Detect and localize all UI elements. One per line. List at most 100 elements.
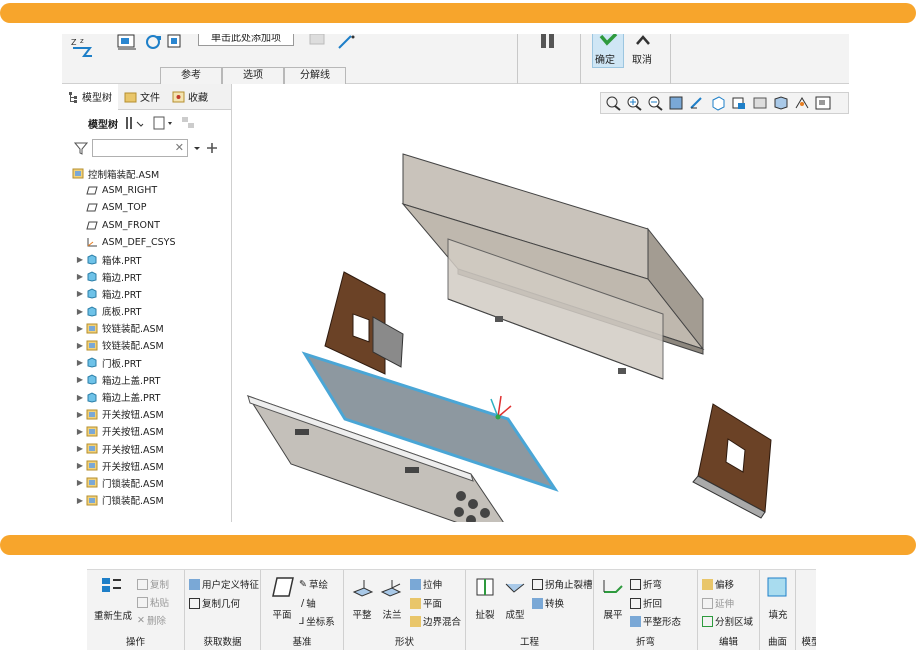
box-body-part[interactable] — [401, 153, 705, 380]
tree-item[interactable]: ▶ 门锁装配.ASM — [62, 492, 231, 509]
group-operations-label[interactable]: 操作 — [87, 634, 184, 648]
add-item-collector[interactable]: 单击此处添加项 — [198, 34, 294, 46]
unbend-icon[interactable] — [602, 576, 624, 598]
group-model-label[interactable]: 模型 — [796, 634, 816, 648]
axis-button[interactable]: / 轴 — [301, 596, 316, 611]
tree-item[interactable]: ▶ 铰链装配.ASM — [62, 337, 231, 354]
sort-icon[interactable]: Z z — [70, 36, 96, 58]
extrude-button[interactable]: 拉伸 — [410, 577, 442, 591]
bend-back-button[interactable]: 折回 — [630, 596, 662, 610]
expand-arrow-icon[interactable]: ▶ — [74, 272, 86, 281]
graphics-viewport[interactable] — [233, 84, 849, 522]
regenerate-button[interactable]: 重新生成 — [91, 608, 135, 622]
pause-icon[interactable] — [538, 34, 558, 50]
tree-item[interactable]: ▶ 箱边上盖.PRT — [62, 371, 231, 388]
sketch-button[interactable]: ✎ 草绘 — [299, 577, 328, 592]
tree-item[interactable]: ASM_DEF_CSYS — [62, 234, 231, 251]
flat-pattern-button[interactable]: 平整形态 — [630, 614, 681, 628]
tree-item[interactable]: ASM_FRONT — [62, 217, 231, 234]
group-engineering-label[interactable]: 工程 — [466, 634, 593, 648]
csys-button[interactable]: ⅃ 坐标系 — [299, 614, 335, 629]
expand-arrow-icon[interactable]: ▶ — [74, 289, 86, 298]
fill-icon[interactable] — [766, 576, 788, 598]
tree-item[interactable]: ▶ 开关按钮.ASM — [62, 440, 231, 457]
expand-arrow-icon[interactable]: ▶ — [74, 496, 86, 505]
copy-geometry-button[interactable]: 复制几何 — [189, 596, 240, 610]
tree-item[interactable]: ▶ 箱边上盖.PRT — [62, 388, 231, 405]
tree-item[interactable]: ▶ 箱边.PRT — [62, 285, 231, 302]
tree-item[interactable]: ASM_RIGHT — [62, 182, 231, 199]
cancel-x-icon[interactable] — [634, 34, 652, 46]
unbend-button[interactable]: 展平 — [598, 607, 628, 621]
tree-item[interactable]: ▶ 箱边.PRT — [62, 268, 231, 285]
expand-arrow-icon[interactable]: ▶ — [74, 478, 86, 487]
flange-icon[interactable] — [380, 576, 402, 598]
offset-button[interactable]: 偏移 — [702, 577, 734, 591]
bend-button[interactable]: 折弯 — [630, 577, 662, 591]
group-bend-label[interactable]: 折弯 — [594, 634, 697, 648]
expand-arrow-icon[interactable]: ▶ — [74, 410, 86, 419]
filter-tree-icon[interactable] — [180, 116, 198, 130]
tree-item[interactable]: ▶ 门板.PRT — [62, 354, 231, 371]
component-icon[interactable] — [166, 34, 184, 50]
expand-arrow-icon[interactable]: ▶ — [74, 393, 86, 402]
form-icon[interactable] — [504, 576, 526, 598]
settings-tools-icon[interactable] — [124, 116, 146, 130]
group-shape-label[interactable]: 形状 — [344, 634, 465, 648]
expand-arrow-icon[interactable]: ▶ — [74, 255, 86, 264]
expand-arrow-icon[interactable]: ▶ — [74, 375, 86, 384]
pen-icon[interactable] — [337, 34, 357, 50]
options-icon[interactable] — [309, 34, 325, 46]
group-surface-label[interactable]: 曲面 — [760, 634, 795, 648]
tree-item[interactable]: ▶ 铰链装配.ASM — [62, 320, 231, 337]
tree-item[interactable]: ▶ 开关按钮.ASM — [62, 423, 231, 440]
chevron-down-icon[interactable] — [192, 143, 202, 153]
expand-arrow-icon[interactable]: ▶ — [74, 307, 86, 316]
tab-references[interactable]: 参考 — [160, 67, 222, 84]
tree-item[interactable]: ▶ 底板.PRT — [62, 303, 231, 320]
plus-icon[interactable] — [206, 142, 218, 154]
show-menu-icon[interactable] — [152, 116, 174, 130]
form-button[interactable]: 成型 — [500, 607, 530, 621]
extend-button[interactable]: 延伸 — [702, 596, 734, 610]
datum-plane-icon[interactable] — [271, 576, 295, 598]
tree-item[interactable]: 控制箱装配.ASM — [62, 165, 231, 182]
explode-view-icon[interactable] — [116, 34, 138, 50]
boundary-blend-button[interactable]: 边界混合 — [410, 614, 461, 628]
tree-search-input[interactable]: ✕ — [92, 139, 188, 157]
tree-item[interactable]: ▶ 箱体.PRT — [62, 251, 231, 268]
expand-arrow-icon[interactable]: ▶ — [74, 461, 86, 470]
paste-button[interactable]: 粘贴 — [137, 595, 169, 609]
udf-button[interactable]: 用户定义特征 — [189, 577, 259, 591]
expand-arrow-icon[interactable]: ▶ — [74, 444, 86, 453]
regenerate-icon[interactable] — [101, 576, 123, 600]
exploded-assembly-model[interactable] — [233, 84, 849, 522]
expand-arrow-icon[interactable]: ▶ — [74, 341, 86, 350]
flat-wall-icon[interactable] — [352, 576, 374, 598]
corner-relief-button[interactable]: 拐角止裂槽 — [532, 577, 593, 591]
rip-icon[interactable] — [474, 576, 496, 598]
expand-arrow-icon[interactable]: ▶ — [74, 358, 86, 367]
tab-favorites[interactable]: 收藏 — [166, 84, 214, 110]
rip-button[interactable]: 扯裂 — [470, 607, 500, 621]
tab-explode-lines[interactable]: 分解线 — [284, 67, 346, 84]
group-editing-label[interactable]: 编辑 — [698, 634, 759, 648]
tab-options[interactable]: 选项 — [222, 67, 284, 84]
planar-button[interactable]: 平面 — [410, 596, 442, 610]
clear-search-icon[interactable]: ✕ — [175, 141, 184, 154]
group-datum-label[interactable]: 基准 — [261, 634, 343, 648]
tree-item[interactable]: ▶ 开关按钮.ASM — [62, 406, 231, 423]
fill-button[interactable]: 填充 — [762, 607, 794, 621]
tab-model-tree[interactable]: 模型树 — [62, 83, 118, 110]
side-panel-right-part[interactable] — [692, 403, 772, 519]
expand-arrow-icon[interactable]: ▶ — [74, 427, 86, 436]
tree-item[interactable]: ASM_TOP — [62, 199, 231, 216]
flange-button[interactable]: 法兰 — [378, 607, 406, 621]
copy-button[interactable]: 复制 — [137, 577, 169, 591]
delete-button[interactable]: ✕ 删除 — [137, 613, 166, 628]
split-area-button[interactable]: 分割区域 — [702, 614, 753, 628]
side-panel-left-part[interactable] — [324, 271, 404, 375]
plane-button[interactable]: 平面 — [265, 607, 299, 621]
expand-arrow-icon[interactable]: ▶ — [74, 324, 86, 333]
flat-button[interactable]: 平整 — [348, 607, 376, 621]
